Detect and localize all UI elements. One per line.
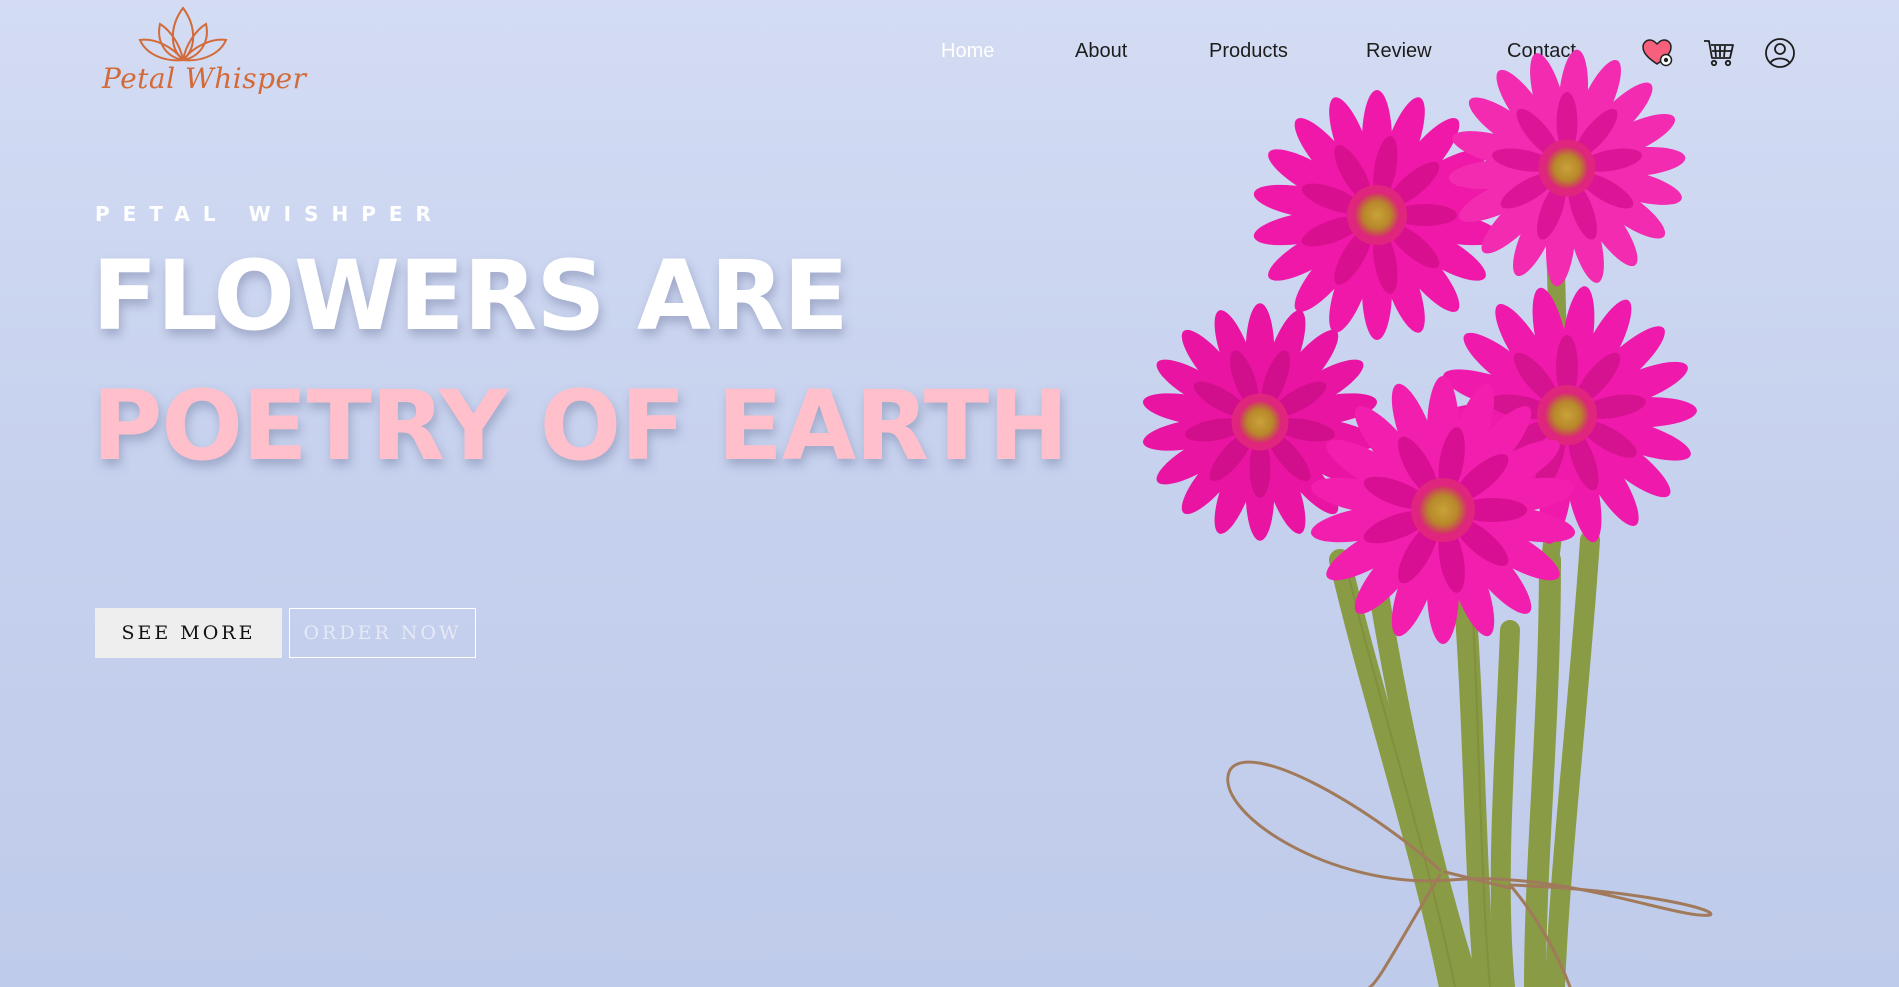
flower-bouquet-image — [1142, 49, 1713, 987]
order-now-button[interactable]: ORDER NOW — [289, 608, 476, 658]
hero-eyebrow: PETAL WISHPER — [95, 202, 444, 226]
hero-headline-line2: POETRY OF EARTH — [92, 370, 1069, 482]
brand-name: Petal Whisper — [102, 62, 307, 95]
see-more-button[interactable]: SEE MORE — [95, 608, 282, 658]
nav-home[interactable]: Home — [941, 40, 994, 63]
hero-headline-line1: FLOWERS ARE — [92, 240, 849, 352]
